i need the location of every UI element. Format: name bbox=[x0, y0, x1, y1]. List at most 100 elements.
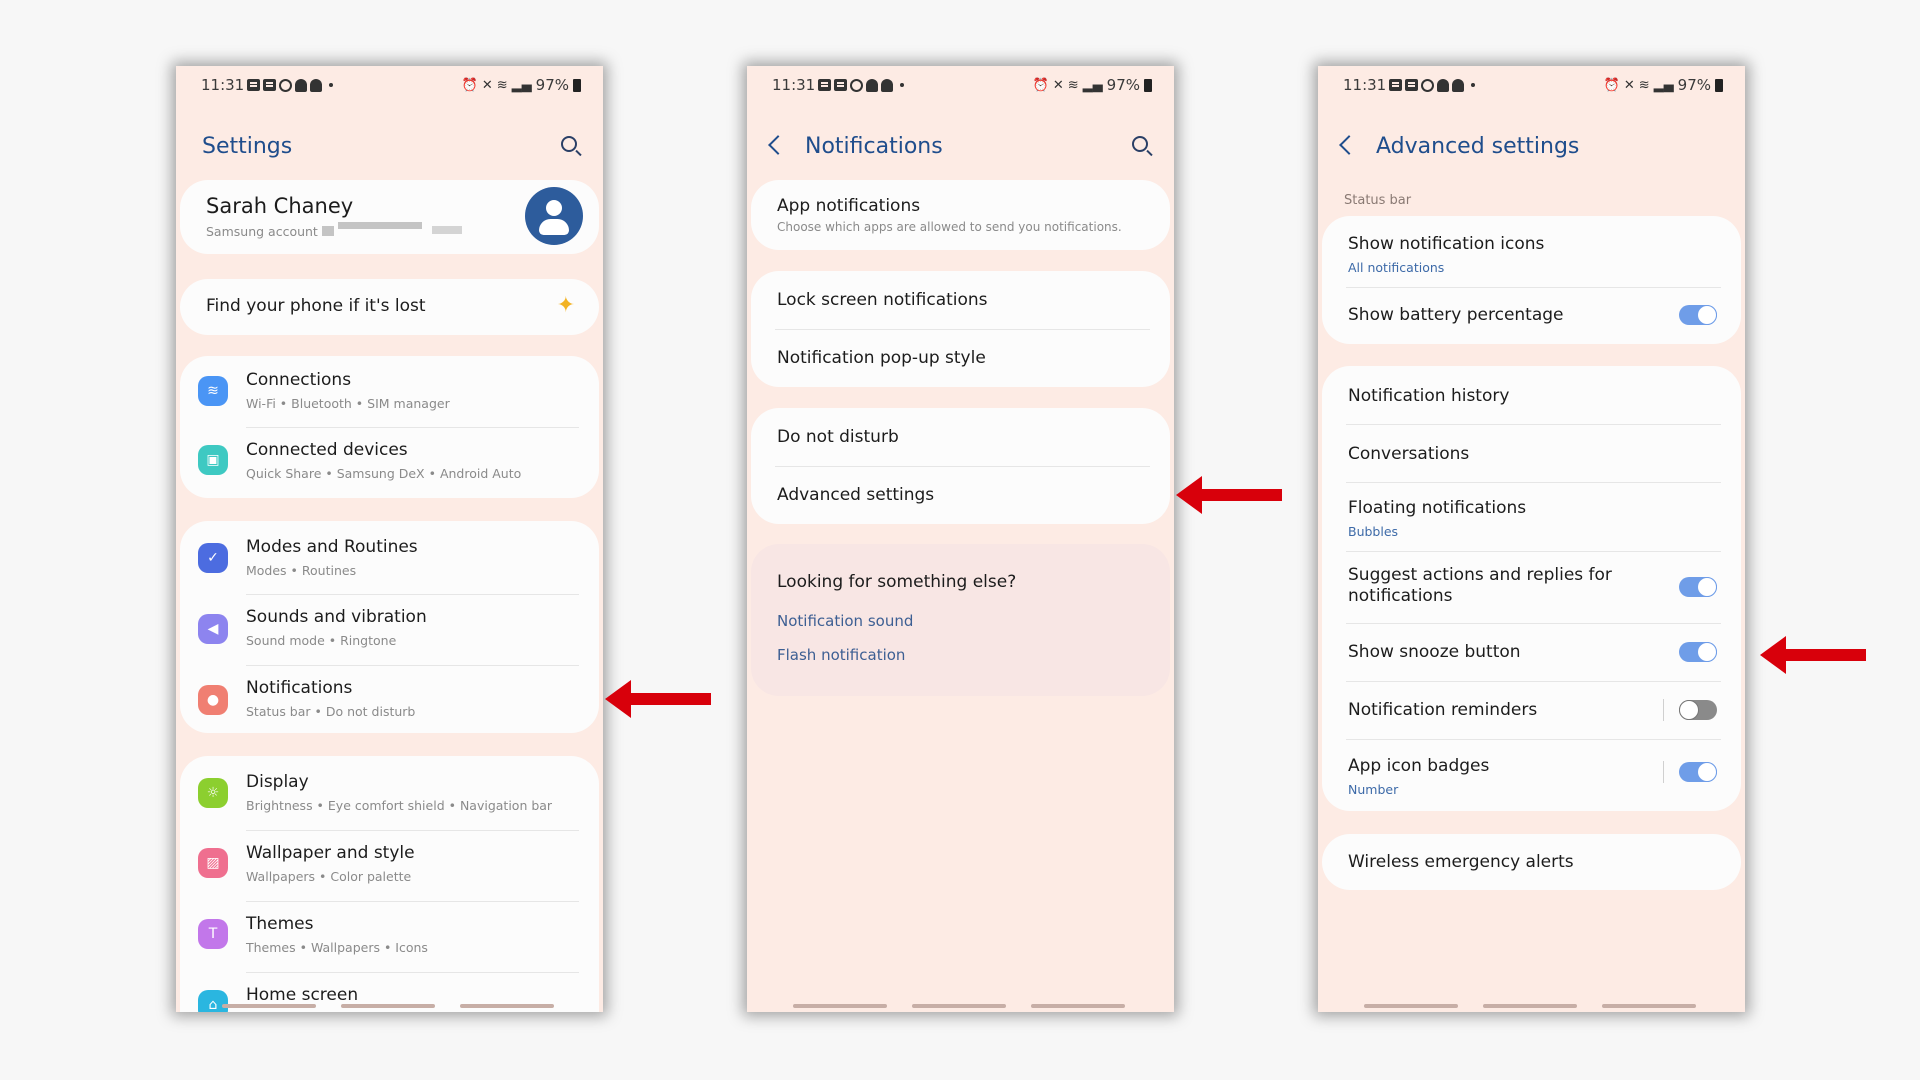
wireless-emergency-alerts-item[interactable]: Wireless emergency alerts bbox=[1322, 834, 1741, 890]
settings-item-connected-devices[interactable]: ▣ Connected devices Quick Share • Samsun… bbox=[180, 427, 599, 498]
back-icon[interactable] bbox=[1339, 135, 1359, 155]
lock-screen-notifications-item[interactable]: Lock screen notifications bbox=[751, 271, 1170, 329]
settings-item-modes-routines[interactable]: ✓ Modes and Routines Modes • Routines bbox=[180, 521, 599, 592]
notification-sound-link[interactable]: Notification sound bbox=[777, 612, 913, 630]
item-subtitle: Themes • Wallpapers • Icons bbox=[246, 940, 428, 955]
flash-notification-link[interactable]: Flash notification bbox=[777, 646, 905, 664]
settings-group-modes: ✓ Modes and Routines Modes • Routines ◀ … bbox=[180, 521, 599, 733]
item-subtitle: Choose which apps are allowed to send yo… bbox=[777, 220, 1122, 234]
suggest-actions-toggle[interactable] bbox=[1679, 577, 1717, 597]
back-icon[interactable] bbox=[768, 135, 788, 155]
suggest-actions-item[interactable]: Suggest actions and replies for notifica… bbox=[1322, 551, 1741, 623]
status-time: 11:31 bbox=[1343, 76, 1387, 94]
nav-home[interactable] bbox=[341, 1004, 435, 1008]
snooze-button-toggle[interactable] bbox=[1679, 642, 1717, 662]
nav-recents[interactable] bbox=[1364, 1004, 1458, 1008]
search-icon[interactable] bbox=[561, 136, 577, 152]
battery-percentage-toggle[interactable] bbox=[1679, 305, 1717, 325]
settings-item-sounds[interactable]: ◀ Sounds and vibration Sound mode • Ring… bbox=[180, 594, 599, 665]
item-title: Modes and Routines bbox=[246, 537, 418, 557]
settings-item-display[interactable]: ☼ Display Brightness • Eye comfort shiel… bbox=[180, 756, 599, 827]
item-title-line2: notifications bbox=[1348, 586, 1453, 606]
notification-history-item[interactable]: Notification history bbox=[1322, 366, 1741, 424]
item-title: Themes bbox=[246, 914, 314, 934]
battery-percent: 97% bbox=[535, 76, 569, 94]
settings-item-connections[interactable]: ≋ Connections Wi-Fi • Bluetooth • SIM ma… bbox=[180, 356, 599, 427]
floating-notifications-item[interactable]: Floating notifications Bubbles bbox=[1322, 482, 1741, 551]
item-title: Conversations bbox=[1348, 444, 1470, 464]
show-notification-icons-item[interactable]: Show notification icons All notification… bbox=[1322, 216, 1741, 287]
item-subtitle: Wi-Fi • Bluetooth • SIM manager bbox=[246, 396, 450, 411]
alarm-icon: ⏰ bbox=[461, 77, 478, 93]
wifi-icon: ≋ bbox=[496, 77, 508, 93]
show-snooze-button-item[interactable]: Show snooze button bbox=[1322, 623, 1741, 681]
themes-icon: T bbox=[198, 919, 228, 949]
profile-card[interactable]: Sarah Chaney Samsung account • bbox=[180, 180, 599, 254]
nav-back[interactable] bbox=[1602, 1004, 1696, 1008]
app-icon-badges-item[interactable]: App icon badges Number bbox=[1322, 739, 1741, 811]
item-subtitle: Bubbles bbox=[1348, 524, 1399, 539]
settings-item-themes[interactable]: T Themes Themes • Wallpapers • Icons bbox=[180, 901, 599, 972]
mute-icon: ✕ bbox=[481, 77, 493, 93]
item-title: Notifications bbox=[246, 678, 353, 698]
page-title: Advanced settings bbox=[1376, 134, 1580, 159]
more-notifications-icon bbox=[329, 83, 334, 87]
show-battery-percentage-item[interactable]: Show battery percentage bbox=[1322, 287, 1741, 344]
app-icon-badges-toggle[interactable] bbox=[1679, 762, 1717, 782]
signal-icon: ▂▄ bbox=[1653, 77, 1674, 93]
item-subtitle: Quick Share • Samsung DeX • Android Auto bbox=[246, 466, 522, 481]
battery-icon bbox=[1715, 78, 1723, 92]
message-icon bbox=[1405, 79, 1419, 91]
item-title: Advanced settings bbox=[777, 485, 935, 505]
conversations-item[interactable]: Conversations bbox=[1322, 424, 1741, 482]
more-notifications-icon bbox=[1471, 83, 1476, 87]
do-not-disturb-item[interactable]: Do not disturb bbox=[751, 408, 1170, 466]
item-subtitle: Wallpapers • Color palette bbox=[246, 869, 412, 884]
devices-icon: ▣ bbox=[198, 445, 228, 475]
navigation-bar bbox=[176, 1004, 603, 1008]
sound-icon: ◀ bbox=[198, 614, 228, 644]
search-icon[interactable] bbox=[1132, 136, 1148, 152]
nav-recents[interactable] bbox=[222, 1004, 316, 1008]
app-notifications-item[interactable]: App notifications Choose which apps are … bbox=[751, 180, 1170, 250]
snapchat-icon bbox=[881, 78, 894, 92]
settings-item-notifications[interactable]: ● Notifications Status bar • Do not dist… bbox=[180, 665, 599, 733]
avatar[interactable] bbox=[525, 187, 583, 245]
item-title: Lock screen notifications bbox=[777, 290, 988, 310]
notifications-group-advanced: Do not disturb Advanced settings bbox=[751, 408, 1170, 524]
find-phone-card[interactable]: Find your phone if it's lost ✦ bbox=[180, 279, 599, 335]
item-subtitle: Status bar • Do not disturb bbox=[246, 704, 416, 719]
notification-reminders-toggle[interactable] bbox=[1679, 700, 1717, 720]
nav-home[interactable] bbox=[1483, 1004, 1577, 1008]
notification-options-group: Notification history Conversations Float… bbox=[1322, 366, 1741, 811]
notification-reminders-item[interactable]: Notification reminders bbox=[1322, 681, 1741, 739]
nav-back[interactable] bbox=[1031, 1004, 1125, 1008]
settings-screen: 11:31 ⏰ ✕ ≋ ▂▄ 97% Settings Sarah Chaney… bbox=[176, 66, 603, 1012]
alarm-icon: ⏰ bbox=[1032, 77, 1049, 93]
nav-home[interactable] bbox=[912, 1004, 1006, 1008]
popup-style-item[interactable]: Notification pop-up style bbox=[751, 329, 1170, 387]
battery-icon bbox=[1144, 78, 1152, 92]
message-icon bbox=[818, 79, 832, 91]
advanced-settings-screen: 11:31 ⏰ ✕ ≋ ▂▄ 97% Advanced settings Sta… bbox=[1318, 66, 1745, 1012]
item-title: Home screen bbox=[246, 985, 359, 1005]
item-title: Connections bbox=[246, 370, 352, 390]
page-title: Settings bbox=[202, 134, 293, 159]
item-title: Connected devices bbox=[246, 440, 408, 460]
nav-back[interactable] bbox=[460, 1004, 554, 1008]
status-time: 11:31 bbox=[201, 76, 245, 94]
advanced-settings-item[interactable]: Advanced settings bbox=[751, 466, 1170, 524]
signal-icon: ▂▄ bbox=[1082, 77, 1103, 93]
settings-item-wallpaper[interactable]: ▨ Wallpaper and style Wallpapers • Color… bbox=[180, 830, 599, 901]
more-notifications-icon bbox=[900, 83, 905, 87]
battery-percent: 97% bbox=[1106, 76, 1140, 94]
item-title: Show snooze button bbox=[1348, 642, 1521, 662]
signal-icon: ▂▄ bbox=[511, 77, 532, 93]
nav-recents[interactable] bbox=[793, 1004, 887, 1008]
message-icon bbox=[247, 79, 261, 91]
account-label: Samsung account • bbox=[206, 224, 330, 239]
snapchat-icon bbox=[295, 78, 308, 92]
item-subtitle: All notifications bbox=[1348, 260, 1445, 275]
mute-icon: ✕ bbox=[1623, 77, 1635, 93]
sparkle-icon: ✦ bbox=[556, 293, 575, 318]
